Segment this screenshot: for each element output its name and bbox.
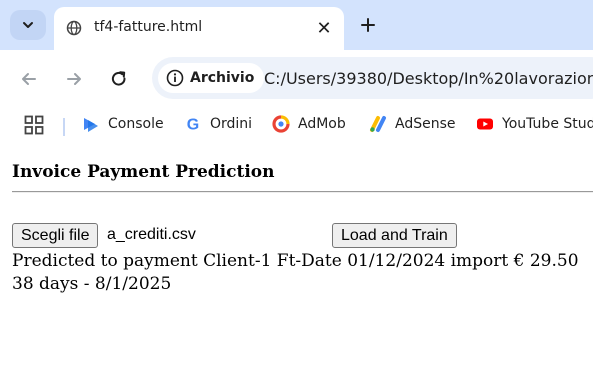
site-info-label: Archivio [190,70,255,86]
tab-title: tf4-fatture.html [94,19,203,35]
plus-icon [361,18,375,32]
address-bar[interactable]: Archivio C:/Users/39380/Desktop/In%20lav… [152,57,593,99]
load-and-train-button[interactable]: Load and Train [332,223,457,248]
adsense-icon [370,116,386,132]
youtube-icon [477,118,493,130]
info-icon [166,69,184,87]
forward-button[interactable] [60,65,88,93]
bookmark-admob[interactable]: AdMob [272,115,346,133]
prediction-result: Predicted to payment Client-1 Ft-Date 01… [12,250,579,296]
bookmark-ordini[interactable]: G Ordini [184,115,252,133]
active-tab[interactable]: tf4-fatture.html ✕ [54,7,344,50]
close-icon[interactable]: ✕ [312,16,336,40]
bookmark-label: Console [108,116,164,132]
google-icon: G [187,117,199,134]
svg-text:G: G [187,117,199,134]
bookmark-youtube-studio[interactable]: YouTube Stud [476,115,593,133]
globe-icon [66,20,82,36]
selected-file-name: a_crediti.csv [107,226,196,243]
new-tab-button[interactable] [355,12,381,38]
bookmark-label: YouTube Stud [502,116,593,132]
bookmark-label: AdSense [395,116,456,132]
apps-grid-icon[interactable] [24,115,44,135]
search-console-icon [84,118,98,132]
prediction-line: Predicted to payment Client-1 Ft-Date 01… [12,251,579,271]
choose-file-button[interactable]: Scegli file [12,223,99,248]
arrow-left-icon [22,73,36,85]
site-info-chip[interactable]: Archivio [158,63,265,93]
chevron-down-icon [23,22,33,28]
reload-button[interactable] [105,65,133,93]
prediction-days: 38 days - 8/1/2025 [12,274,172,294]
page-content: Invoice Payment Prediction Scegli file a… [0,146,593,380]
bookmark-label: AdMob [298,116,346,132]
page-heading: Invoice Payment Prediction [12,162,275,182]
url-text[interactable]: C:/Users/39380/Desktop/In%20lavorazione [264,69,593,88]
divider [12,191,593,193]
reload-icon [111,71,126,86]
bookmark-console[interactable]: Console [82,115,164,133]
admob-icon [272,115,290,133]
bookmark-label: Ordini [210,116,253,132]
bookmarks-bar: Console G Ordini AdMob AdSense YouTube S… [0,106,593,146]
arrow-right-icon [67,73,81,85]
bookmark-adsense[interactable]: AdSense [369,115,456,133]
tab-strip: tf4-fatture.html ✕ [0,0,593,50]
bookmarks-separator [63,118,65,136]
browser-toolbar: Archivio C:/Users/39380/Desktop/In%20lav… [0,50,593,106]
back-button[interactable] [15,65,43,93]
tab-search-button[interactable] [10,10,46,40]
